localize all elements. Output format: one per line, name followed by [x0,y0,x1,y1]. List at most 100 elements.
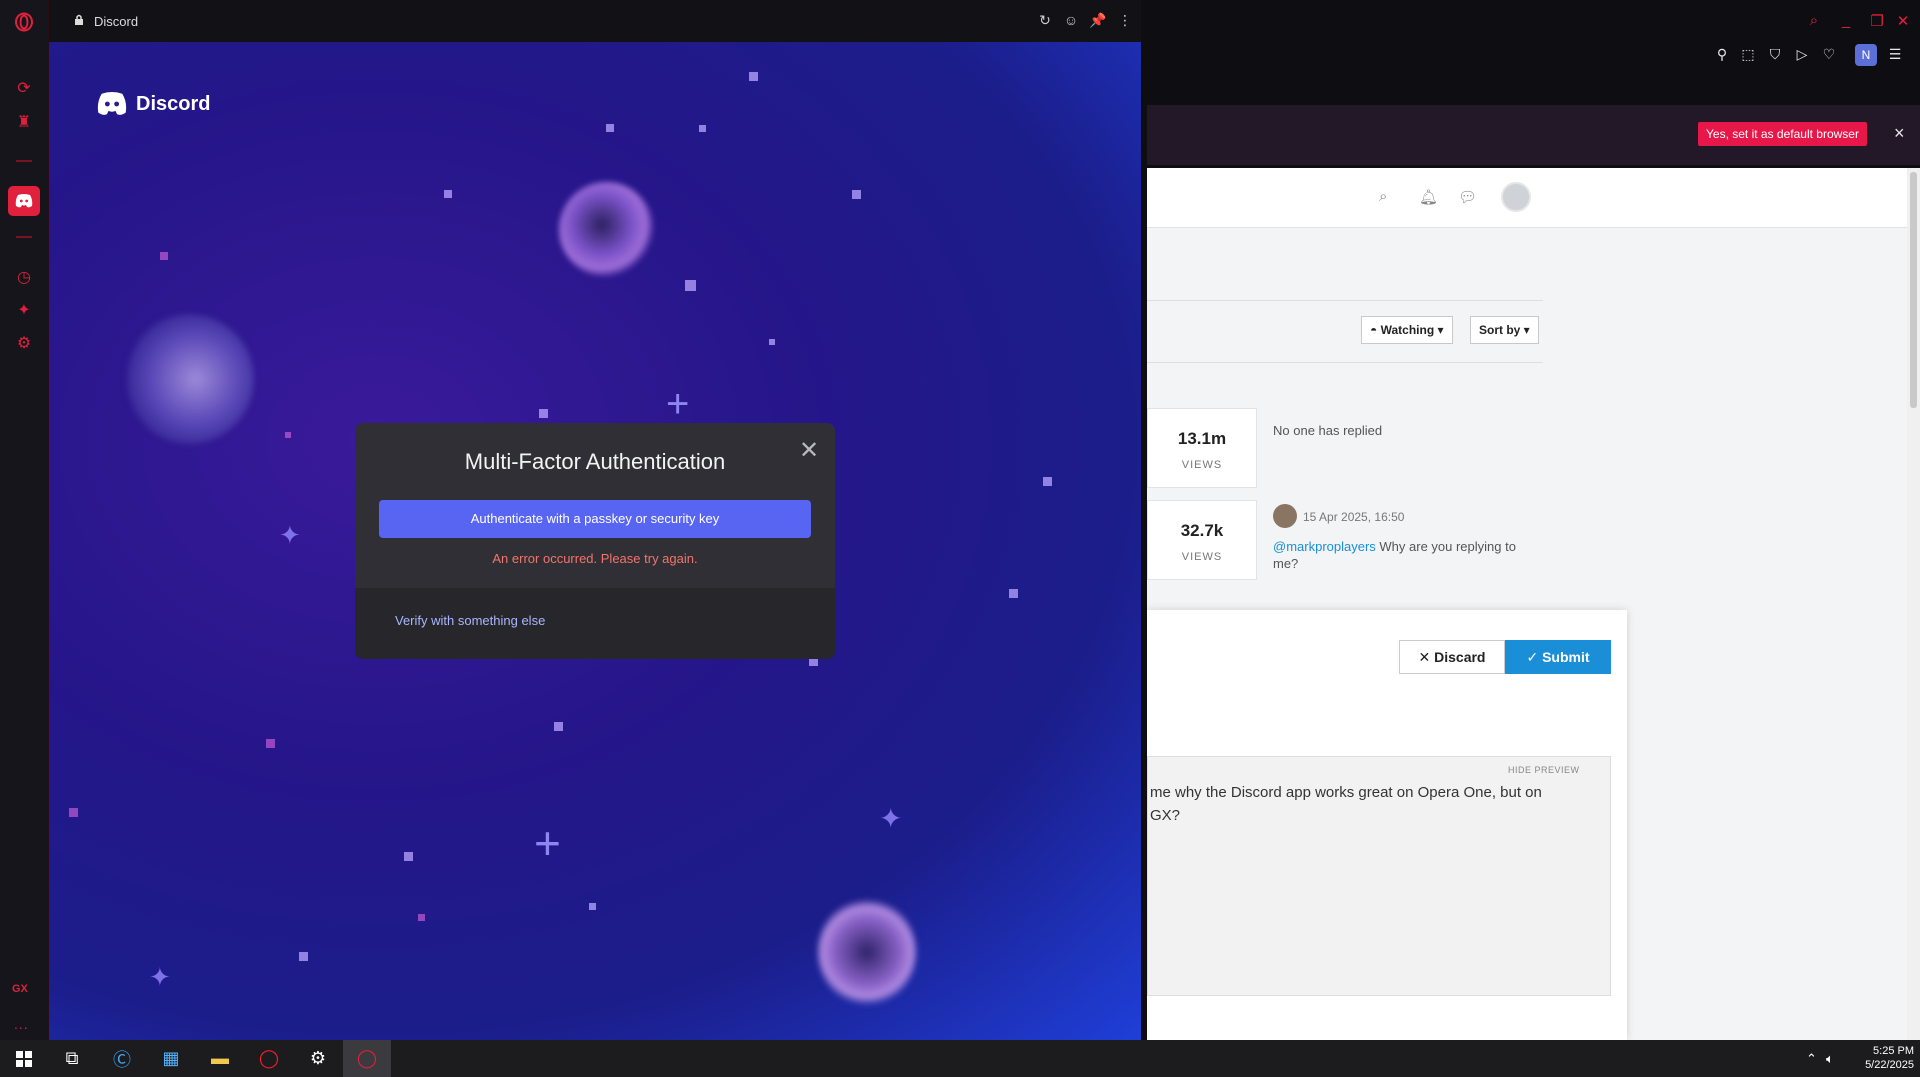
play-icon[interactable]: ▷ [1792,46,1812,63]
windows-taskbar: ⧉ Ⓒ ▦ ▬ ◯ ⚙ ◯ ⌃ 🔈︎ 5:25 PM 5/22/2025 [0,1040,1920,1077]
close-icon[interactable]: × [1894,123,1905,144]
star-decoration [69,808,78,817]
star-decoration [444,190,452,198]
star-decoration [539,409,548,418]
opera-gx-icon[interactable]: ◯ [343,1040,391,1077]
volume-icon[interactable]: 🔈︎ [1826,1051,1834,1067]
opera-icon[interactable]: ◯ [245,1040,293,1077]
sparkle-decoration: ✦ [279,520,301,550]
sort-by-dropdown[interactable]: Sort by ▾ [1470,316,1539,344]
submit-button[interactable]: ✓ Submit [1505,640,1611,674]
extensions-icon[interactable]: ✦ [12,298,36,322]
close-icon[interactable]: ✕ [797,439,821,463]
star-decoration [266,739,275,748]
views-stat: 32.7k VIEWS [1147,500,1257,580]
history-icon[interactable]: ◷ [12,265,36,289]
more-icon[interactable]: ... [14,1016,29,1032]
sidebar-item-discord[interactable] [8,186,40,216]
sidebar-divider [16,160,32,162]
task-view-icon[interactable]: ⧉ [48,1040,96,1077]
star-decoration [685,280,696,291]
views-stat: 13.1m VIEWS [1147,408,1257,488]
search-icon[interactable]: ⌕ [1804,12,1824,29]
settings-gear-icon[interactable]: ⚙ [12,331,36,355]
star-decoration [852,190,861,199]
discord-icon [97,92,127,115]
bell-icon[interactable]: 🔔︎ [1419,188,1438,206]
discord-panel-title: Discord [94,14,139,29]
minimize-icon[interactable]: _ [1836,12,1856,29]
opera-logo-icon[interactable] [12,10,36,34]
ccleaner-icon[interactable]: Ⓒ [98,1040,146,1077]
avatar[interactable] [1273,504,1297,528]
discord-login-background: + + ✦ ✦ ✦ Discord Multi-Factor Authentic… [49,42,1141,1040]
discord-wordmark: Discord [136,92,211,115]
discord-icon [15,194,33,208]
shield-icon[interactable]: ⛉ [1765,46,1785,63]
star-decoration [554,722,563,731]
sparkle-decoration: ✦ [879,803,903,834]
close-window-icon[interactable]: ✕ [1893,12,1913,30]
file-explorer-icon[interactable]: ▬ [196,1040,244,1077]
scroll-thumb[interactable] [1910,172,1917,408]
watching-dropdown[interactable]: ◓ Watching ▾ [1361,316,1453,344]
star-decoration [749,72,758,81]
pin-icon[interactable]: 📌 [1089,11,1107,29]
divider [1147,300,1543,301]
menu-icon[interactable]: ☰ [1885,46,1905,63]
restore-icon[interactable]: ❐ [1867,12,1887,30]
speed-dial-icon[interactable]: ⟳ [12,76,36,100]
emoji-icon[interactable]: ☺ [1062,11,1080,29]
set-default-browser-button[interactable]: Yes, set it as default browser [1698,122,1867,146]
snapshot-icon[interactable]: ⬚ [1738,46,1758,63]
discord-panel-titlebar: Discord ↻ ☺ 📌 ⋮ [49,0,1141,42]
sparkle-decoration: ✦ [149,962,171,992]
pin-icon[interactable]: ⚲ [1712,46,1732,63]
settings-gear-icon[interactable]: ⚙ [294,1040,342,1077]
error-message: An error occurred. Please try again. [492,551,698,566]
star-decoration [1009,589,1018,598]
sparkle-decoration: + [666,382,690,426]
heart-icon[interactable]: ♡ [1819,46,1839,63]
discard-button[interactable]: ✕ Discard [1399,640,1505,674]
store-icon[interactable]: ▦ [147,1040,195,1077]
system-clock[interactable]: 5:25 PM 5/22/2025 [1848,1044,1914,1072]
no-reply-text: No one has replied [1273,423,1383,438]
page-scrollbar[interactable] [1907,168,1920,1040]
gx-label[interactable]: GX [12,983,28,995]
star-decoration [699,125,706,132]
discord-logo: Discord [96,92,210,116]
eye-icon: ◓ [1370,323,1381,337]
discord-panel: Discord ↻ ☺ 📌 ⋮ + + ✦ ✦ ✦ Discord Multi-… [49,0,1141,1040]
verify-alternative-link[interactable]: Verify with something else [395,613,545,628]
post-preview: @markproplayers Why are you replying to … [1273,539,1516,571]
potion-decoration [559,182,654,277]
forum-page: ⌕ 🔔︎ 💬︎ ◓ Watching ▾ Sort by ▾ 13.1m VIE… [1147,168,1907,1040]
chat-icon[interactable]: 💬︎ [1458,188,1477,206]
menu-kebab-icon[interactable]: ⋮ [1116,11,1134,29]
mfa-modal: Multi-Factor Authentication ✕ Authentica… [355,423,835,659]
close-icon: ✕ [1418,649,1435,665]
tray-chevron-icon[interactable]: ⌃ [1806,1051,1817,1067]
sidebar-divider [16,236,32,238]
search-icon[interactable]: ⌕ [1379,188,1387,205]
hide-preview-link[interactable]: HIDE PREVIEW [1508,765,1580,775]
opera-sidebar: ⟳ ♜ ◷ ✦ ⚙ GX ... [0,0,49,1040]
profile-avatar[interactable]: N [1855,44,1877,66]
mention-link[interactable]: @markproplayers [1273,539,1376,554]
reload-icon[interactable]: ↻ [1036,11,1054,29]
star-decoration [285,432,291,438]
windows-start-icon[interactable] [0,1040,48,1077]
sparkle-decoration: + [534,817,561,869]
user-avatar[interactable] [1501,182,1531,212]
forum-header: ⌕ 🔔︎ 💬︎ [1147,168,1907,228]
fruit-decoration [817,897,917,1007]
check-icon: ✓ [1526,649,1543,665]
lock-icon [75,14,83,25]
passkey-auth-button[interactable]: Authenticate with a passkey or security … [379,500,811,538]
star-decoration [606,124,614,132]
reply-editor: ✕ Discard ✓ Submit HIDE PREVIEW me why t… [1147,610,1627,1040]
star-decoration [418,914,425,921]
preview-text: me why the Discord app works great on Op… [1150,784,1542,824]
gx-control-icon[interactable]: ♜ [12,110,36,134]
